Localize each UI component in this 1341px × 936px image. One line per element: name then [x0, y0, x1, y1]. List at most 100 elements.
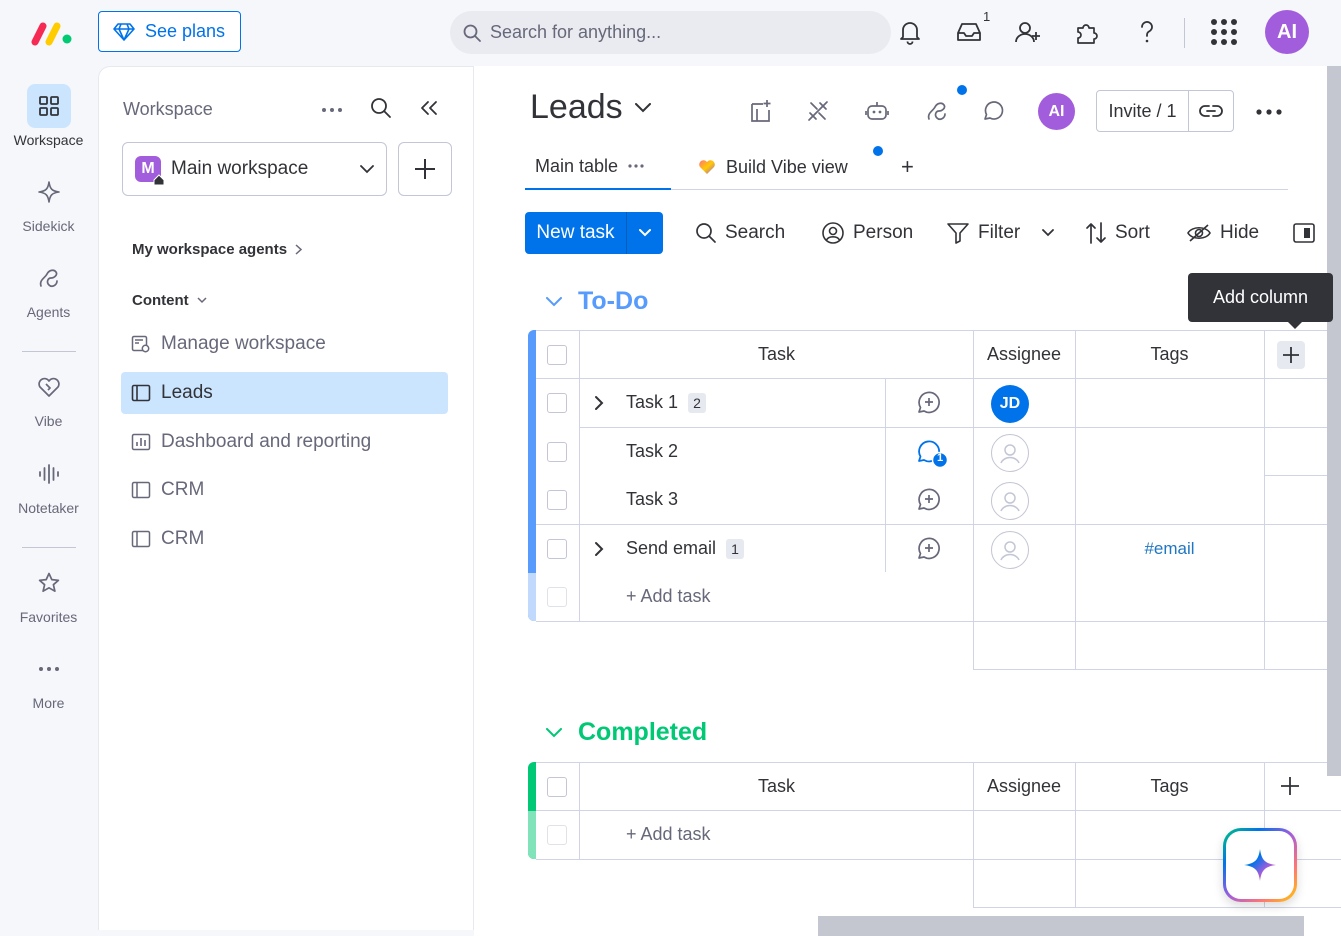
board-title[interactable]: Leads [530, 88, 651, 127]
row-checkbox[interactable] [547, 490, 567, 510]
vertical-scrollbar[interactable] [1327, 66, 1341, 776]
task-name[interactable]: Task 2 [626, 441, 678, 462]
monday-logo[interactable] [30, 20, 74, 46]
global-search-input[interactable]: Search for anything... [450, 11, 891, 54]
apps-grid-icon[interactable] [1210, 18, 1238, 46]
add-view-button[interactable]: + [901, 144, 914, 190]
chevron-down-icon[interactable] [546, 296, 562, 307]
search-button[interactable]: Search [695, 212, 785, 254]
tab-options-icon[interactable] [628, 164, 644, 168]
column-header-tags[interactable]: Tags [1075, 330, 1264, 378]
nav-item-manage-workspace[interactable]: Manage workspace [121, 323, 448, 365]
copy-link-icon[interactable] [1189, 104, 1233, 118]
add-item-button[interactable] [398, 142, 452, 196]
add-column-button[interactable] [1280, 776, 1300, 796]
group-header-todo[interactable]: To-Do [546, 287, 648, 316]
column-header-assignee[interactable]: Assignee [973, 762, 1075, 810]
table-row[interactable]: Task 1 2 JD [528, 379, 1265, 427]
updates-icon[interactable]: 1 [915, 440, 949, 470]
tag-chip[interactable]: #email [1075, 525, 1264, 573]
add-update-icon[interactable] [915, 391, 941, 415]
hide-button[interactable]: Hide [1186, 212, 1259, 254]
column-header-task[interactable]: Task [580, 330, 973, 378]
expand-subitems-icon[interactable] [594, 541, 604, 557]
chevron-down-icon[interactable] [626, 212, 663, 254]
filter-button[interactable]: Filter [946, 212, 1055, 254]
add-update-icon[interactable] [915, 488, 941, 512]
invite-button[interactable]: Invite / 1 [1096, 90, 1234, 132]
tab-main-table[interactable]: Main table [525, 144, 671, 190]
add-task-button[interactable]: + Add task [626, 586, 711, 607]
column-header-tags[interactable]: Tags [1075, 762, 1264, 810]
sort-button[interactable]: Sort [1085, 212, 1150, 254]
select-all-checkbox[interactable] [547, 777, 567, 797]
add-column-button[interactable] [1277, 341, 1305, 369]
add-task-checkbox [547, 587, 567, 607]
bell-icon[interactable] [896, 18, 924, 46]
empty-assignee[interactable] [991, 531, 1029, 569]
expand-subitems-icon[interactable] [594, 395, 604, 411]
table-row[interactable]: Send email 1 #email [528, 525, 1265, 573]
workspace-options-icon[interactable] [321, 107, 343, 113]
user-avatar[interactable]: AI [1265, 10, 1309, 54]
chevron-down-icon[interactable] [1042, 229, 1055, 237]
rail-item-favorites[interactable]: Favorites [0, 561, 97, 625]
rail-item-sidekick[interactable]: Sidekick [0, 170, 97, 234]
row-checkbox[interactable] [547, 393, 567, 413]
column-header-assignee[interactable]: Assignee [973, 330, 1075, 378]
content-section[interactable]: Content [132, 292, 207, 309]
new-task-button[interactable]: New task [525, 212, 663, 254]
horizontal-scrollbar[interactable] [818, 916, 1304, 936]
group-header-completed[interactable]: Completed [546, 718, 707, 747]
inbox-icon[interactable] [955, 18, 983, 46]
ai-assistant-button[interactable] [1223, 828, 1297, 902]
workspace-agents-label: My workspace agents [132, 241, 288, 258]
collapse-panel-icon[interactable] [419, 100, 439, 116]
add-task-button[interactable]: + Add task [626, 824, 711, 845]
row-checkbox[interactable] [547, 539, 567, 559]
nav-item-dashboard[interactable]: Dashboard and reporting [121, 421, 448, 463]
empty-assignee[interactable] [991, 482, 1029, 520]
column-header-task[interactable]: Task [580, 762, 973, 810]
workspace-agents-section[interactable]: My workspace agents [132, 241, 303, 258]
task-name[interactable]: Task 3 [626, 489, 678, 510]
rail-item-more[interactable]: More [0, 647, 97, 711]
group-by-icon[interactable] [1293, 212, 1315, 254]
assignee-avatar[interactable]: JD [991, 385, 1029, 423]
nav-item-crm[interactable]: CRM [121, 469, 448, 511]
comment-bubble-icon[interactable] [980, 98, 1006, 124]
invite-person-icon[interactable] [1014, 18, 1042, 46]
vibe-heart-icon [27, 365, 71, 409]
agents-icon[interactable] [924, 98, 950, 124]
top-bar: See plans Search for anything... 1 AI [0, 0, 1341, 66]
table-row[interactable]: Task 2 1 [528, 428, 1265, 476]
help-icon[interactable] [1133, 18, 1161, 46]
manage-workspace-icon [131, 334, 151, 354]
nav-item-leads[interactable]: Leads [121, 372, 448, 414]
person-filter-button[interactable]: Person [821, 212, 913, 254]
rail-label-more: More [32, 695, 65, 711]
nav-item-crm[interactable]: CRM [121, 518, 448, 560]
board-user-avatar[interactable]: AI [1038, 93, 1075, 130]
task-name[interactable]: Task 1 2 [626, 392, 707, 413]
workspace-search-icon[interactable] [370, 97, 392, 119]
automations-icon[interactable] [805, 98, 831, 124]
task-name[interactable]: Send email 1 [626, 538, 745, 559]
chevron-down-icon[interactable] [546, 727, 562, 738]
see-plans-button[interactable]: See plans [98, 11, 241, 52]
tab-build-vibe-view[interactable]: Build Vibe view [698, 144, 848, 190]
select-all-checkbox[interactable] [547, 345, 567, 365]
row-checkbox[interactable] [547, 442, 567, 462]
rail-item-vibe[interactable]: Vibe [0, 365, 97, 429]
rail-item-workspace[interactable]: Workspace [0, 84, 97, 148]
board-menu-icon[interactable] [1256, 109, 1282, 115]
ai-robot-icon[interactable] [864, 98, 890, 124]
board-info-icon[interactable] [748, 98, 774, 124]
integrations-puzzle-icon[interactable] [1073, 18, 1101, 46]
workspace-selector[interactable]: M Main workspace [122, 142, 387, 196]
empty-assignee[interactable] [991, 434, 1029, 472]
add-update-icon[interactable] [915, 537, 941, 561]
rail-item-agents[interactable]: Agents [0, 256, 97, 320]
rail-item-notetaker[interactable]: Notetaker [0, 452, 97, 516]
table-row[interactable]: Task 3 [528, 476, 1265, 524]
